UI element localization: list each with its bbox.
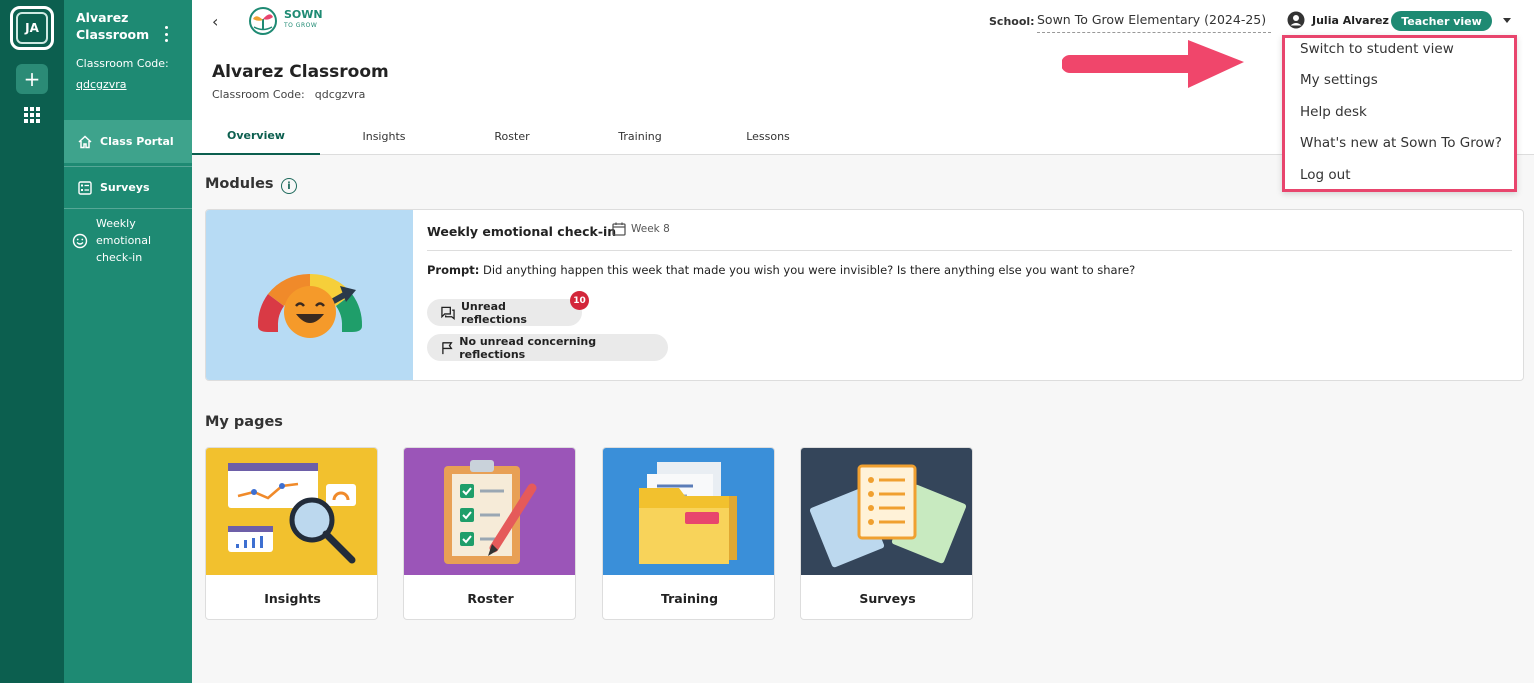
sidebar-code-label: Classroom Code: [76, 57, 169, 70]
page-card-label: Insights [264, 590, 321, 606]
menu-item-my-settings[interactable]: My settings [1300, 72, 1378, 88]
module-card-weekly-check-in[interactable]: Weekly emotional check-in Week 8 Prompt:… [205, 209, 1524, 381]
modules-title: Modules [205, 176, 274, 192]
module-week: Week 8 [612, 222, 670, 236]
my-pages-title: My pages [205, 414, 283, 430]
sown-to-grow-logo[interactable]: SOWN TO GROW [246, 5, 323, 35]
back-chevron-icon[interactable]: ‹ [212, 12, 218, 31]
user-name[interactable]: Julia Alvarez [1312, 14, 1389, 27]
info-icon[interactable]: i [281, 178, 297, 194]
sidebar-item-surveys[interactable]: Surveys [64, 166, 192, 209]
header-classroom-code: Classroom Code: qdcgzvra [212, 88, 366, 101]
school-label: School: [989, 15, 1035, 28]
concerning-reflections-button[interactable]: No unread concerning reflections [427, 334, 668, 361]
tab-lessons[interactable]: Lessons [704, 118, 832, 155]
menu-item-log-out[interactable]: Log out [1300, 167, 1351, 183]
user-menu-caret-icon[interactable] [1503, 18, 1511, 23]
surveys-illustration [801, 448, 972, 575]
user-account-icon[interactable] [1287, 11, 1305, 29]
classroom-avatar[interactable]: JA [10, 6, 54, 50]
page-card-surveys[interactable]: Surveys [800, 447, 973, 620]
module-title[interactable]: Weekly emotional check-in [427, 224, 616, 239]
class-menu-icon[interactable] [160, 26, 172, 42]
school-select[interactable]: Sown To Grow Elementary (2024-25) [1037, 12, 1271, 33]
pointer-arrow-icon [1062, 40, 1244, 88]
menu-item-switch-student-view[interactable]: Switch to student view [1300, 41, 1454, 57]
module-divider [427, 250, 1512, 251]
unread-count-badge: 10 [570, 291, 589, 310]
tab-overview[interactable]: Overview [192, 118, 320, 155]
teacher-view-badge[interactable]: Teacher view [1391, 11, 1492, 31]
unread-reflections-button[interactable]: Unread reflections [427, 299, 582, 326]
tab-roster[interactable]: Roster [448, 118, 576, 155]
sidebar-class-name: Alvarez Classroom [76, 10, 150, 42]
home-icon [78, 134, 92, 148]
sidebar-item-class-portal[interactable]: Class Portal [64, 120, 192, 163]
logo-icon [249, 7, 277, 35]
page-card-label: Training [660, 590, 719, 606]
mood-gauge-icon [257, 273, 363, 338]
user-dropdown-menu: Switch to student view My settings Help … [1282, 35, 1517, 192]
sidebar-code-value[interactable]: qdcgzvra [76, 78, 127, 91]
sidebar-item-weekly-check-in[interactable]: Weekly emotional check-in [64, 212, 192, 272]
sidebar: Alvarez Classroom Classroom Code: qdcgzv… [64, 0, 192, 683]
flag-icon [442, 341, 453, 354]
tab-insights[interactable]: Insights [320, 118, 448, 155]
menu-item-help-desk[interactable]: Help desk [1300, 104, 1367, 120]
add-classroom-button[interactable]: + [16, 64, 48, 94]
module-illustration [206, 210, 413, 380]
logo-text: SOWN TO GROW [284, 8, 323, 29]
page-card-roster[interactable]: Roster [403, 447, 576, 620]
sidebar-item-label: Surveys [100, 181, 150, 194]
page-card-training[interactable]: Training [602, 447, 775, 620]
chat-icon [441, 306, 455, 320]
page-card-insights[interactable]: Insights [205, 447, 378, 620]
sidebar-item-label: Weekly emotional check-in [96, 217, 152, 264]
calendar-icon [612, 222, 626, 236]
smiley-icon [72, 233, 88, 249]
tab-bar: Overview Insights Roster Training Lesson… [192, 118, 832, 155]
menu-item-whats-new[interactable]: What's new at Sown To Grow? [1300, 135, 1502, 151]
avatar-initials: JA [16, 12, 48, 44]
page-card-label: Surveys [859, 590, 916, 606]
survey-icon [78, 180, 92, 195]
page-card-label: Roster [467, 590, 514, 606]
app-rail: JA + [0, 0, 64, 683]
page-title: Alvarez Classroom [212, 62, 389, 82]
training-illustration [603, 448, 774, 575]
module-prompt: Prompt: Did anything happen this week th… [427, 263, 1136, 277]
apps-grid-icon[interactable] [24, 107, 40, 123]
roster-illustration [404, 448, 575, 575]
sidebar-item-label: Class Portal [100, 135, 174, 148]
insights-illustration [206, 448, 377, 575]
tab-training[interactable]: Training [576, 118, 704, 155]
